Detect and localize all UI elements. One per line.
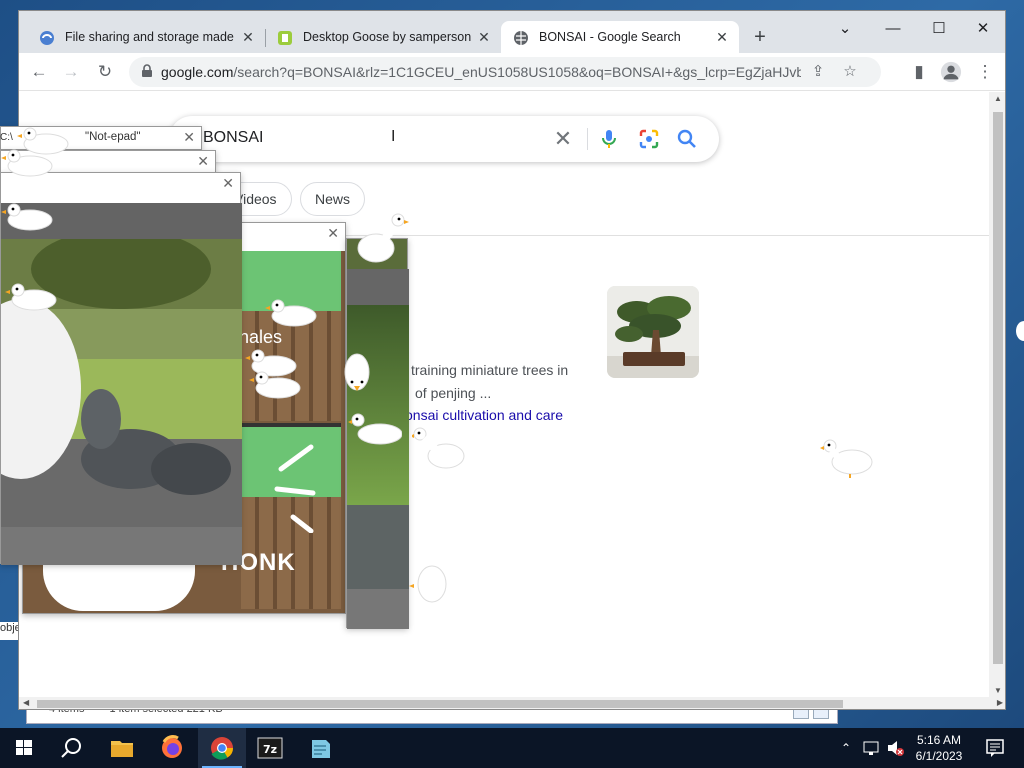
start-button[interactable] bbox=[0, 728, 48, 768]
goose-icon bbox=[820, 439, 873, 478]
tab-title: Desktop Goose by samperson bbox=[303, 30, 472, 44]
chrome-taskbar-icon[interactable] bbox=[198, 728, 246, 768]
tab-search-icon[interactable]: ⌄ bbox=[823, 15, 867, 43]
goose-icon bbox=[357, 213, 409, 263]
more-menu-icon[interactable]: ⋮ bbox=[973, 60, 997, 84]
result-link[interactable]: onsai cultivation and care bbox=[405, 407, 563, 423]
minimize-button[interactable]: — bbox=[871, 15, 915, 43]
file-explorer-taskbar-icon[interactable] bbox=[98, 728, 146, 768]
tab-desktop-goose[interactable]: Desktop Goose by samperson ✕ bbox=[265, 21, 501, 53]
profile-avatar-icon[interactable] bbox=[939, 60, 963, 84]
meme-caption-text: hales bbox=[239, 327, 283, 347]
close-tab-icon[interactable]: ✕ bbox=[239, 28, 257, 46]
close-tab-icon[interactable]: ✕ bbox=[475, 28, 493, 46]
close-window-button[interactable]: ✕ bbox=[961, 15, 1005, 43]
snippet-line-2: of penjing ... bbox=[415, 385, 492, 401]
clock-date: 6/1/2023 bbox=[915, 749, 963, 763]
notification-center-icon[interactable] bbox=[980, 728, 1010, 768]
goose-icon bbox=[344, 353, 370, 391]
explorer-label-fragment: obje bbox=[0, 622, 18, 640]
url-host: google.com bbox=[161, 64, 234, 80]
close-popup-icon[interactable]: ✕ bbox=[183, 129, 195, 146]
search-taskbar-icon[interactable] bbox=[48, 728, 96, 768]
search-box[interactable]: BONSAI ✕ bbox=[169, 116, 719, 162]
back-arrow-icon[interactable]: ← bbox=[27, 60, 51, 84]
svg-text:7z: 7z bbox=[263, 743, 277, 756]
bonsai-thumbnail-image[interactable] bbox=[607, 286, 699, 378]
notepad-taskbar-icon[interactable] bbox=[296, 728, 344, 768]
tab-strip: File sharing and storage made si ✕ Deskt… bbox=[19, 11, 1005, 53]
tab-title: File sharing and storage made si bbox=[65, 30, 237, 44]
lock-icon[interactable] bbox=[141, 64, 153, 78]
goose-icon bbox=[1, 149, 53, 177]
goose-icon bbox=[348, 413, 402, 445]
goose-icon bbox=[1, 203, 53, 231]
close-popup-icon[interactable]: ✕ bbox=[197, 153, 209, 170]
clear-search-icon[interactable]: ✕ bbox=[549, 125, 577, 153]
itchio-favicon-icon bbox=[278, 31, 292, 45]
browser-toolbar: ← → ↻ google.com/search?q=BONSAI&rlz=1C1… bbox=[19, 53, 1005, 91]
filter-news[interactable]: News bbox=[300, 182, 366, 216]
clock-time: 5:16 AM bbox=[916, 733, 962, 747]
show-hidden-icons-chevron-icon[interactable]: ⌃ bbox=[836, 728, 856, 768]
goose-icon bbox=[409, 565, 447, 603]
globe-favicon-icon bbox=[514, 31, 528, 45]
forward-arrow-icon[interactable]: → bbox=[59, 60, 83, 84]
microphone-icon[interactable] bbox=[597, 127, 621, 151]
maximize-button[interactable]: ☐ bbox=[917, 15, 961, 43]
share-icon[interactable]: ⇪ bbox=[807, 61, 829, 83]
url-path: /search?q=BONSAI&rlz=1C1GCEU_enUS1058US1… bbox=[233, 64, 801, 80]
goose-icon bbox=[5, 283, 57, 311]
vertical-scroll-thumb[interactable] bbox=[993, 112, 1003, 664]
side-panel-icon[interactable]: ▮ bbox=[907, 60, 931, 84]
network-icon[interactable] bbox=[860, 728, 882, 768]
tab-file-sharing[interactable]: File sharing and storage made si ✕ bbox=[27, 21, 265, 53]
close-popup-icon[interactable]: ✕ bbox=[327, 225, 339, 242]
firefox-taskbar-icon[interactable] bbox=[148, 728, 196, 768]
tab-title: BONSAI - Google Search bbox=[539, 30, 681, 44]
goose-icon bbox=[1016, 321, 1024, 341]
horizontal-scroll-thumb[interactable] bbox=[37, 700, 843, 708]
url-text[interactable]: google.com/search?q=BONSAI&rlz=1C1GCEU_e… bbox=[161, 64, 801, 80]
google-lens-icon[interactable] bbox=[637, 127, 661, 151]
volume-muted-icon[interactable] bbox=[884, 728, 906, 768]
close-popup-icon[interactable]: ✕ bbox=[222, 175, 234, 192]
search-icon[interactable] bbox=[675, 127, 699, 151]
text-cursor-icon: I bbox=[391, 128, 396, 145]
close-tab-icon[interactable]: ✕ bbox=[713, 28, 731, 46]
address-bar[interactable]: google.com/search?q=BONSAI&rlz=1C1GCEU_e… bbox=[129, 57, 881, 87]
bookmark-star-icon[interactable]: ☆ bbox=[839, 61, 861, 83]
taskbar: 7z ⌃ 5:16 AM 6/1/2023 bbox=[0, 728, 1024, 768]
explorer-path-fragment: C:\ bbox=[0, 132, 13, 143]
tab-bonsai-search[interactable]: BONSAI - Google Search ✕ bbox=[501, 21, 739, 53]
search-query[interactable]: BONSAI bbox=[203, 129, 263, 147]
goose-icon bbox=[412, 427, 465, 469]
wetransfer-favicon-icon bbox=[40, 31, 54, 45]
system-clock[interactable]: 5:16 AM 6/1/2023 bbox=[906, 732, 972, 764]
notepad-popup-title: "Not-epad" bbox=[85, 131, 141, 143]
goose-icon bbox=[249, 371, 301, 399]
goose-icon bbox=[265, 299, 317, 327]
horizontal-scrollbar[interactable]: ◀ ▶ bbox=[19, 697, 1005, 709]
meme-scribble-icon bbox=[274, 444, 316, 533]
snippet-line-1: training miniature trees in bbox=[411, 362, 569, 378]
reload-icon[interactable]: ↻ bbox=[93, 60, 117, 84]
new-tab-button[interactable]: + bbox=[747, 25, 773, 51]
vertical-scrollbar[interactable]: ▲ ▼ bbox=[989, 92, 1005, 697]
7zip-taskbar-icon[interactable]: 7z bbox=[246, 728, 294, 768]
